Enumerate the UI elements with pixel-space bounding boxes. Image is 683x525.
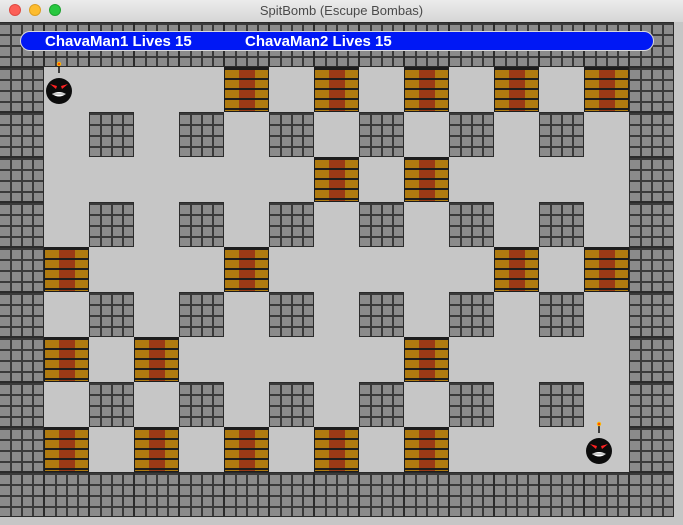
stone-wall-tile (539, 202, 584, 247)
brick-block-tile (404, 337, 449, 382)
brick-block-tile (314, 157, 359, 202)
stone-wall-tile (89, 472, 134, 517)
stone-wall-tile (44, 472, 89, 517)
stone-wall-tile (0, 427, 44, 472)
stone-wall-tile (89, 112, 134, 157)
stone-wall-tile (179, 292, 224, 337)
brick-block-tile (134, 427, 179, 472)
brick-block-tile (494, 67, 539, 112)
player1-bomb-icon (46, 61, 72, 104)
stone-wall-tile (359, 472, 404, 517)
brick-block-tile (224, 427, 269, 472)
stone-wall-tile (0, 247, 44, 292)
stone-wall-tile (629, 337, 674, 382)
stone-wall-tile (629, 202, 674, 247)
stone-wall-tile (0, 202, 44, 247)
stone-wall-tile (539, 112, 584, 157)
window-title: SpitBomb (Escupe Bombas) (259, 3, 424, 18)
brick-block-tile (44, 427, 89, 472)
stone-wall-tile (359, 202, 404, 247)
stone-wall-tile (629, 157, 674, 202)
stone-wall-tile (629, 427, 674, 472)
stone-wall-tile (629, 247, 674, 292)
stone-wall-tile (0, 112, 44, 157)
stone-wall-tile (179, 112, 224, 157)
title-bar[interactable]: SpitBomb (Escupe Bombas) (0, 0, 683, 23)
stone-wall-tile (269, 382, 314, 427)
stone-wall-tile (449, 472, 494, 517)
lives-status-bar: ChavaMan1 Lives 15 ChavaMan2 Lives 15 (20, 31, 654, 51)
brick-block-tile (44, 337, 89, 382)
stone-wall-tile (0, 292, 44, 337)
stone-wall-tile (629, 382, 674, 427)
brick-block-tile (224, 247, 269, 292)
stone-wall-tile (449, 292, 494, 337)
game-window: SpitBomb (Escupe Bombas) ChavaMan1 Lives… (0, 0, 683, 525)
player2-bomb-icon (586, 421, 612, 464)
player2-lives: ChavaMan2 Lives 15 (245, 33, 392, 50)
stone-wall-tile (584, 472, 629, 517)
brick-block-tile (404, 67, 449, 112)
brick-block-tile (224, 67, 269, 112)
stone-wall-tile (269, 472, 314, 517)
stone-wall-tile (89, 292, 134, 337)
player1-lives: ChavaMan1 Lives 15 (45, 33, 192, 50)
stone-wall-tile (179, 382, 224, 427)
stone-wall-tile (224, 472, 269, 517)
stone-wall-tile (539, 472, 584, 517)
brick-block-tile (314, 427, 359, 472)
stone-wall-tile (269, 112, 314, 157)
stone-wall-tile (449, 382, 494, 427)
brick-block-tile (404, 427, 449, 472)
stone-wall-tile (269, 292, 314, 337)
stone-wall-tile (449, 112, 494, 157)
stone-wall-tile (314, 472, 359, 517)
stone-wall-tile (89, 382, 134, 427)
stone-wall-tile (0, 337, 44, 382)
stone-wall-tile (629, 472, 674, 517)
stone-wall-tile (629, 112, 674, 157)
brick-block-tile (314, 67, 359, 112)
stone-wall-tile (179, 202, 224, 247)
stone-wall-tile (269, 202, 314, 247)
brick-block-tile (584, 247, 629, 292)
stone-wall-tile (359, 382, 404, 427)
stone-wall-tile (359, 292, 404, 337)
stone-wall-tile (89, 202, 134, 247)
stone-wall-tile (359, 112, 404, 157)
game-board[interactable] (0, 22, 683, 525)
stone-wall-tile (0, 67, 44, 112)
stone-wall-tile (0, 472, 44, 517)
brick-block-tile (584, 67, 629, 112)
stone-wall-tile (539, 382, 584, 427)
stone-wall-tile (404, 472, 449, 517)
stone-wall-tile (134, 472, 179, 517)
stone-wall-tile (629, 67, 674, 112)
stone-wall-tile (0, 157, 44, 202)
stone-wall-tile (494, 472, 539, 517)
brick-block-tile (134, 337, 179, 382)
brick-block-tile (44, 247, 89, 292)
brick-block-tile (494, 247, 539, 292)
stone-wall-tile (449, 202, 494, 247)
stone-wall-tile (179, 472, 224, 517)
stone-wall-tile (629, 292, 674, 337)
stone-wall-tile (539, 292, 584, 337)
brick-block-tile (404, 157, 449, 202)
stone-wall-tile (0, 382, 44, 427)
